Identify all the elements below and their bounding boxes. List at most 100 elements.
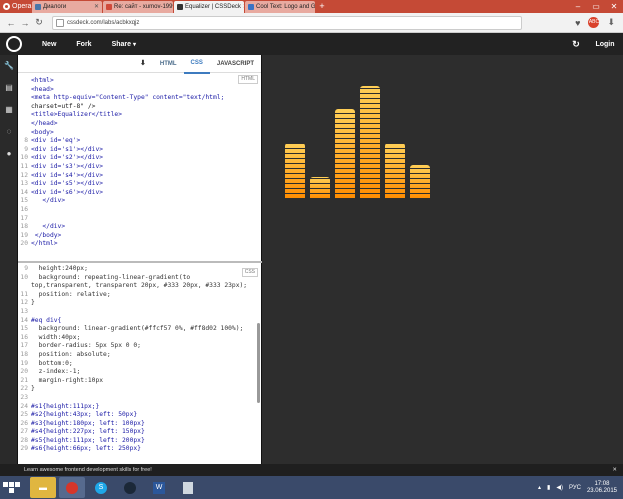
back-arrow-icon[interactable]: ← xyxy=(4,18,18,28)
tab-equalizer[interactable]: Equalizer | CSSDeck ✕ xyxy=(174,1,244,13)
forward-arrow-icon[interactable]: → xyxy=(18,18,32,28)
code-line[interactable]: 10 background: repeating-linear-gradient… xyxy=(18,274,262,283)
reload-icon[interactable]: ↻ xyxy=(32,17,46,28)
code-line[interactable]: 12} xyxy=(18,299,262,308)
close-icon[interactable]: ✕ xyxy=(243,1,244,13)
code-line[interactable]: charset=utf-8" /> xyxy=(18,103,262,112)
footer-text[interactable]: Learn awesome frontend development skill… xyxy=(24,464,152,476)
css-scrollbar[interactable] xyxy=(257,323,260,403)
maximize-button[interactable]: ▭ xyxy=(587,0,605,13)
code-line[interactable]: 9 <div id='s1'></div> xyxy=(18,146,262,155)
word-icon[interactable]: W xyxy=(146,477,172,498)
code-line[interactable]: 8 <div id='eq'> xyxy=(18,137,262,146)
tab-javascript[interactable]: JAVASCRIPT xyxy=(210,55,261,73)
line-number: 16 xyxy=(20,205,28,213)
code-line[interactable]: <title>Equalizer</title> xyxy=(18,111,262,120)
code-line[interactable]: 16 xyxy=(18,206,262,215)
start-button[interactable] xyxy=(0,476,22,499)
clock[interactable]: 17:08 23.06.2015 xyxy=(587,481,617,495)
close-icon[interactable]: ✕ xyxy=(612,464,617,476)
code-line[interactable]: 23 xyxy=(18,394,262,403)
code-line[interactable]: </head> xyxy=(18,120,262,129)
code-line[interactable]: 19 </body> xyxy=(18,232,262,241)
notepad-icon[interactable] xyxy=(175,477,201,498)
code-line[interactable]: 13 <div id='s5'></div> xyxy=(18,180,262,189)
code-line[interactable]: 11 position: relative; xyxy=(18,291,262,300)
code-line[interactable]: 17 xyxy=(18,215,262,224)
steam-icon[interactable] xyxy=(117,477,143,498)
new-tab-button[interactable]: + xyxy=(316,1,328,13)
fork-button[interactable]: Fork xyxy=(76,41,91,48)
minimize-button[interactable]: – xyxy=(569,0,587,13)
code-line[interactable]: <head> xyxy=(18,86,262,95)
code-line[interactable]: 20 </html> xyxy=(18,240,262,249)
document-icon[interactable]: ▤ xyxy=(0,77,18,99)
code-icon[interactable]: ▦ xyxy=(0,99,18,121)
volume-icon[interactable]: ◀) xyxy=(556,484,563,491)
code-line[interactable]: 25 #s2{height:43px; left: 50px} xyxy=(18,411,262,420)
code-line[interactable]: <html> xyxy=(18,77,262,86)
download-arrow-icon[interactable]: ⬇ xyxy=(133,55,153,73)
download-icon[interactable]: ⬇ xyxy=(607,17,615,28)
code-line[interactable]: 12 <div id='s4'></div> xyxy=(18,172,262,181)
code-line[interactable]: 11 <div id='s3'></div> xyxy=(18,163,262,172)
code-line[interactable]: <meta http-equiv="Content-Type" content=… xyxy=(18,94,262,103)
share-button[interactable]: Share ▾ xyxy=(112,41,136,48)
wrench-icon[interactable]: 🔧 xyxy=(0,55,18,77)
new-button[interactable]: New xyxy=(42,41,56,48)
equalizer xyxy=(285,86,430,198)
code-line[interactable]: 27 #s4{height:227px; left: 150px} xyxy=(18,428,262,437)
line-number: 18 xyxy=(20,223,28,231)
code-line[interactable]: <body> xyxy=(18,129,262,138)
code-line[interactable]: 15 background: linear-gradient(#ffcf57 0… xyxy=(18,325,262,334)
code-line[interactable]: 24 #s1{height:111px;} xyxy=(18,403,262,412)
refresh-icon[interactable]: ↻ xyxy=(565,39,587,50)
code-line[interactable]: 9 height:240px; xyxy=(18,265,262,274)
code-text: <div id='s6'></div> xyxy=(31,188,104,196)
tray-arrow-icon[interactable]: ▴ xyxy=(538,484,541,491)
equalizer-stripes xyxy=(385,143,405,198)
heart-icon[interactable]: ♥ xyxy=(575,18,580,28)
code-line[interactable]: 16 width:40px; xyxy=(18,334,262,343)
editor-splitter[interactable] xyxy=(18,261,262,263)
css-editor[interactable]: 9 height:240px; 10 background: repeating-… xyxy=(18,265,262,461)
tab-mail[interactable]: Re: сайт - xumov-1999@ ✕ xyxy=(103,1,173,13)
code-line[interactable]: 20 z-index:-1; xyxy=(18,368,262,377)
code-line[interactable]: 15 </div> xyxy=(18,197,262,206)
code-line[interactable]: 28 #s5{height:111px; left: 200px} xyxy=(18,437,262,446)
network-icon[interactable]: ▮ xyxy=(547,484,550,491)
folder-icon[interactable]: ▬ xyxy=(30,477,56,498)
code-line[interactable]: 14 #eq div{ xyxy=(18,317,262,326)
code-line[interactable]: 17 border-radius: 5px 5px 0 0; xyxy=(18,342,262,351)
code-line[interactable]: 18 </div> xyxy=(18,223,262,232)
skype-icon[interactable]: S xyxy=(88,477,114,498)
line-number: 11 xyxy=(20,290,28,298)
opera-menu-button[interactable]: Opera xyxy=(0,0,32,13)
language-indicator[interactable]: РУС xyxy=(569,485,581,491)
chat-icon[interactable]: ◌ xyxy=(0,121,18,143)
code-line[interactable]: 13 xyxy=(18,308,262,317)
tab-dialogs[interactable]: Диалоги ✕ xyxy=(32,1,102,13)
cssdeck-logo-icon[interactable] xyxy=(6,36,22,52)
url-input[interactable]: cssdeck.com/labs/acbkxqjz xyxy=(52,15,522,30)
code-line[interactable]: 22} xyxy=(18,385,262,394)
login-button[interactable]: Login xyxy=(587,41,623,48)
tab-html[interactable]: HTML xyxy=(153,55,184,73)
adblock-badge[interactable]: ABC xyxy=(588,17,600,28)
html-editor[interactable]: <html> <head> <meta http-equiv="Content-Ty… xyxy=(18,77,262,263)
code-text: <meta http-equiv="Content-Type" content=… xyxy=(31,94,225,102)
opera-taskbar-icon[interactable] xyxy=(59,477,85,498)
tab-cooltext[interactable]: Cool Text: Logo and Gra ✕ xyxy=(245,1,315,13)
lightbulb-icon[interactable]: ● xyxy=(0,143,18,165)
code-line[interactable]: 19 bottom:0; xyxy=(18,360,262,369)
code-line[interactable]: 18 position: absolute; xyxy=(18,351,262,360)
code-line[interactable]: 10 <div id='s2'></div> xyxy=(18,154,262,163)
tab-css[interactable]: CSS xyxy=(183,54,210,74)
code-line[interactable]: 29 #s6{height:66px; left: 250px} xyxy=(18,445,262,454)
code-line[interactable]: top,transparent, transparent 20px, #333 … xyxy=(18,282,262,291)
code-line[interactable]: 26 #s3{height:180px; left: 100px} xyxy=(18,420,262,429)
code-line[interactable]: 21 margin-right:10px xyxy=(18,377,262,386)
close-window-button[interactable]: ✕ xyxy=(605,0,623,13)
code-line[interactable]: 14 <div id='s6'></div> xyxy=(18,189,262,198)
close-icon[interactable]: ✕ xyxy=(94,1,99,13)
